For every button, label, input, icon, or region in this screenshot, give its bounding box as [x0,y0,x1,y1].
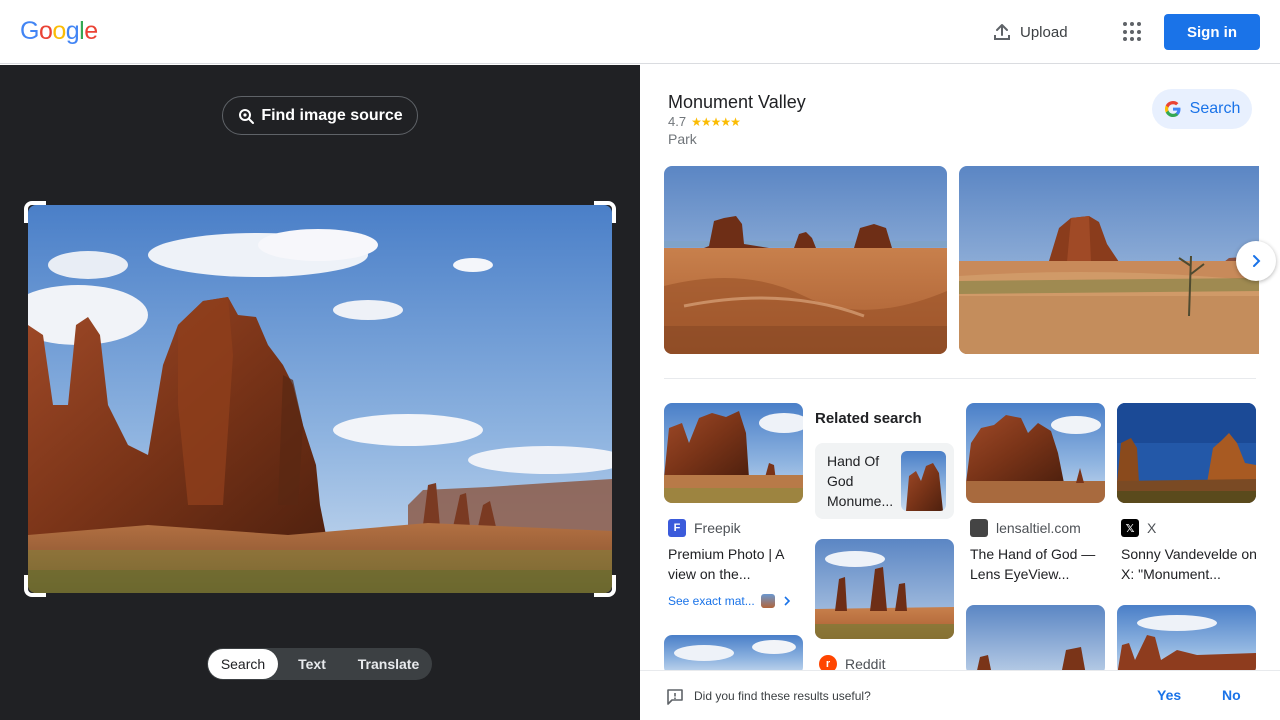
upload-icon [992,22,1012,42]
related-search-query: Hand Of God Monume... [827,453,894,509]
result-source-name: Freepik [694,520,741,536]
star-rating-icon: ★★★★★ [691,114,741,129]
logo-letter: o [38,17,53,45]
chevron-right-icon [1248,253,1264,269]
lens-search-icon [237,107,255,125]
google-logo[interactable]: Google [20,17,98,46]
see-exact-matches-link[interactable]: See exact mat... [668,594,793,608]
chevron-right-icon [781,595,793,607]
freepik-favicon-icon: F [668,519,686,537]
result-title[interactable]: Sonny Vandevelde on X: "Monument... [1121,544,1261,584]
result-thumbnail[interactable] [664,635,803,675]
find-image-source-label: Find image source [261,106,403,124]
rating-value: 4.7 [668,114,687,129]
apps-grid-icon[interactable] [1120,20,1144,44]
logo-letter: g [65,17,80,45]
tab-text[interactable]: Text [278,649,346,679]
related-search-heading: Related search [815,410,922,427]
result-source[interactable]: lensaltiel.com [970,519,1081,537]
sign-in-button[interactable]: Sign in [1164,14,1260,50]
upload-button[interactable]: Upload [992,20,1068,44]
lens-image-panel: Find image source Search Text Translate [0,65,640,720]
rating-row: 4.7 ★★★★★ [668,114,741,129]
feedback-yes-button[interactable]: Yes [1157,687,1181,703]
see-exact-label: See exact mat... [668,594,755,608]
related-search-card[interactable]: Hand Of God Monume... [815,443,954,519]
x-favicon-icon: 𝕏 [1121,519,1139,537]
knowledge-search-button[interactable]: Search [1152,89,1252,129]
logo-letter: e [84,17,98,45]
crop-handle-bottom-left[interactable] [24,575,46,597]
feedback-question: Did you find these results useful? [694,689,871,703]
find-image-source-button[interactable]: Find image source [222,96,418,135]
knowledge-title[interactable]: Monument Valley [668,92,806,113]
top-bar: Google Upload Sign in [0,0,1280,64]
result-source[interactable]: 𝕏 X [1121,519,1156,537]
result-title[interactable]: Premium Photo | A view on the... [668,544,808,584]
result-thumbnail[interactable] [966,403,1105,503]
logo-letter: o [52,17,66,45]
crop-handle-bottom-right[interactable] [594,575,616,597]
result-thumbnail[interactable] [664,403,803,503]
crop-handle-top-left[interactable] [24,201,46,223]
result-thumbnail[interactable] [1117,605,1256,675]
tab-translate[interactable]: Translate [346,649,431,679]
query-image [28,205,612,593]
exact-match-thumb-icon [760,594,775,608]
tab-search[interactable]: Search [208,649,278,679]
result-thumbnail[interactable] [966,605,1105,675]
result-source-name: X [1147,520,1157,536]
knowledge-image[interactable] [959,166,1259,354]
result-title[interactable]: The Hand of God — Lens EyeView... [970,544,1110,584]
next-images-button[interactable] [1236,241,1276,281]
logo-letter: G [20,17,39,45]
result-source-name: lensaltiel.com [996,520,1081,536]
related-search-thumbnail [901,451,946,511]
feedback-bar: Did you find these results useful? Yes N… [640,670,1280,720]
results-panel: Monument Valley 4.7 ★★★★★ Park Search F … [640,65,1280,720]
result-source[interactable]: F Freepik [668,519,741,537]
knowledge-image[interactable] [664,166,947,354]
lens-mode-tabs: Search Text Translate [207,648,432,680]
upload-label: Upload [1020,23,1068,41]
section-divider [664,378,1256,379]
image-crop-area[interactable] [24,201,616,597]
cube-favicon-icon [970,519,988,537]
place-type: Park [668,131,697,147]
knowledge-search-label: Search [1189,100,1241,117]
result-thumbnail[interactable] [1117,403,1256,503]
google-g-icon [1164,100,1182,118]
feedback-no-button[interactable]: No [1222,687,1241,703]
result-thumbnail[interactable] [815,539,954,639]
feedback-icon [666,688,684,706]
crop-handle-top-right[interactable] [594,201,616,223]
